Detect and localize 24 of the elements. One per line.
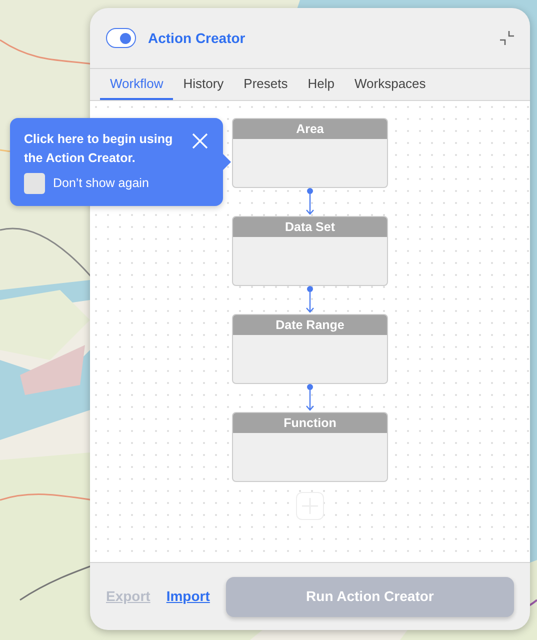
node-title: Area — [233, 119, 387, 139]
tab[interactable]: Workspaces — [344, 69, 436, 100]
close-icon — [191, 132, 209, 150]
workflow-node[interactable]: Date Range — [232, 314, 388, 384]
minimize-icon[interactable] — [500, 31, 514, 45]
connector-arrow — [305, 188, 315, 216]
checkbox[interactable] — [24, 172, 45, 194]
workflow-node[interactable]: Function — [232, 412, 388, 482]
tab[interactable]: Presets — [234, 69, 298, 100]
tab[interactable]: Help — [298, 69, 344, 100]
connector-arrow — [305, 286, 315, 314]
link[interactable]: Import — [166, 586, 210, 607]
tooltip-text: Click here to begin using the Action Creator. — [24, 131, 174, 168]
panel-title: Action Creator — [148, 28, 246, 48]
workflow-node[interactable]: Area — [232, 118, 388, 188]
node-title: Data Set — [233, 217, 387, 237]
node-title: Function — [233, 413, 387, 433]
connector-arrow — [305, 384, 315, 412]
workflow-node[interactable]: Data Set — [232, 216, 388, 286]
tab[interactable]: History — [173, 69, 234, 100]
close-button[interactable] — [191, 132, 209, 150]
toggle-switch[interactable] — [106, 28, 136, 48]
node-title: Date Range — [233, 315, 387, 335]
checkbox-label: Don’t show again — [53, 174, 149, 192]
